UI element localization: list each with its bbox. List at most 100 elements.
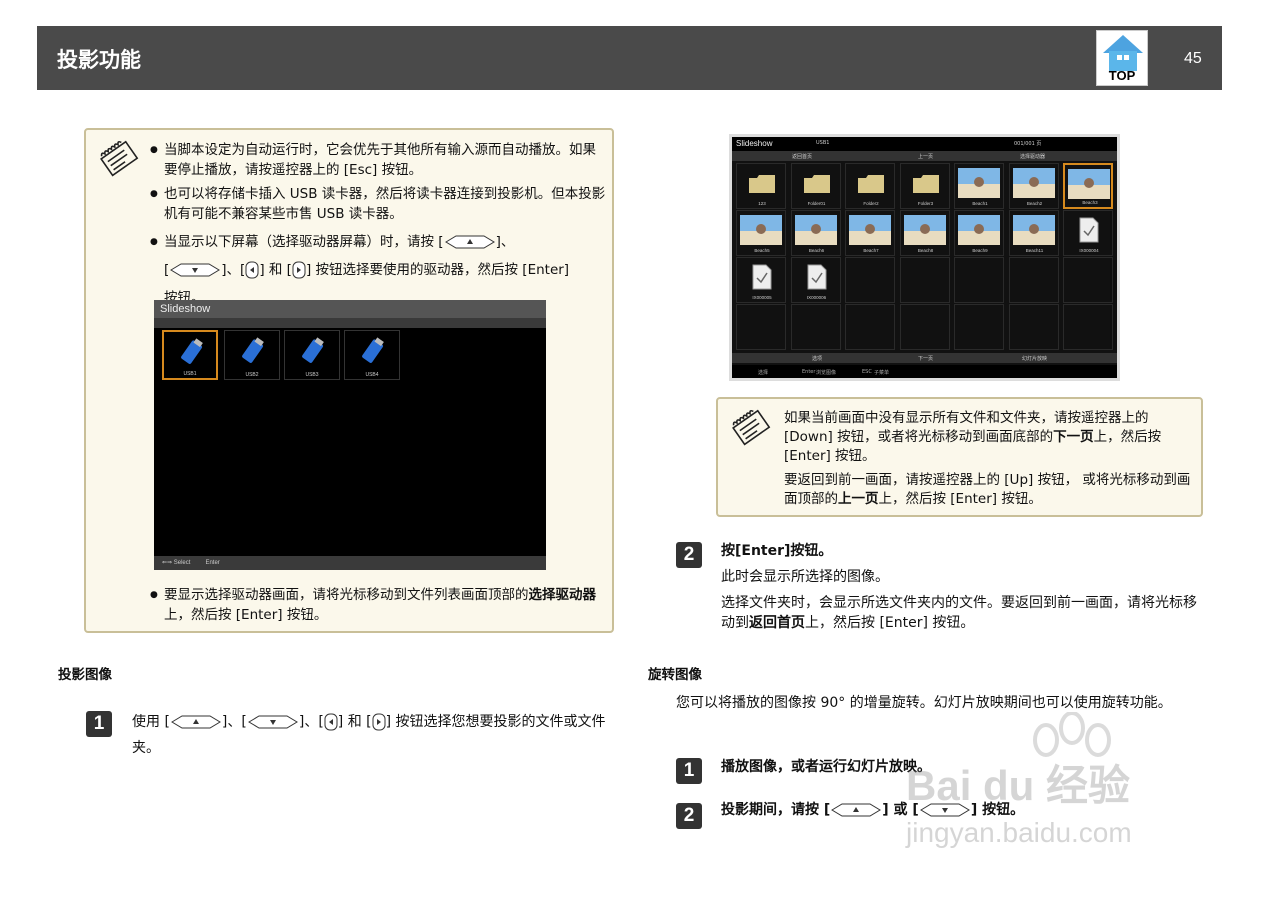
drive-label: USB3	[305, 372, 319, 378]
photo-thumbnail-icon	[794, 215, 837, 245]
tile-label: IX000004	[1079, 248, 1099, 253]
footer-enter: Enter	[205, 560, 220, 566]
text: 使用 [	[132, 714, 170, 730]
nav-top[interactable]: 返回首页	[792, 153, 812, 160]
tile-label: Folder01	[807, 201, 826, 206]
page-number: 45	[1184, 50, 1202, 67]
file-tile[interactable]: 123	[736, 163, 786, 209]
text: 选择驱动器	[528, 587, 597, 603]
note-item: 也可以将存储卡插入 USB 读卡器，然后将读卡器连接到投影机。但本投影机有可能不…	[150, 184, 606, 224]
file-tile[interactable]: Beach2	[1008, 163, 1059, 209]
text: ]、	[495, 234, 515, 250]
photo-thumbnail-icon	[1012, 168, 1055, 198]
right-key-icon	[292, 261, 306, 279]
drive-item[interactable]: USB2	[224, 330, 280, 380]
section-title: 旋转图像	[648, 667, 702, 683]
nav-select-drive[interactable]: 选择驱动器	[1020, 153, 1045, 160]
file-tile[interactable]: Folder2	[845, 163, 895, 209]
empty-tile	[845, 304, 895, 350]
top-nav: 返回首页 上一页 选择驱动器	[732, 151, 1117, 161]
text: 返回首页	[749, 615, 805, 631]
photo-thumbnail-icon	[1068, 169, 1110, 199]
foot-esc-key: ESC	[862, 369, 872, 375]
watermark-brand: Bai du 经验	[906, 762, 1131, 809]
drive-item[interactable]: USB1	[162, 330, 218, 380]
empty-tile	[954, 304, 1004, 350]
empty-tile	[1008, 304, 1059, 350]
tile-label: Beach8	[917, 248, 934, 253]
drive-label: USB2	[245, 372, 259, 378]
usb-drive-icon	[242, 337, 264, 363]
file-tile[interactable]: Beach11	[1008, 210, 1059, 256]
down-key-icon	[247, 715, 298, 729]
nav-option[interactable]: 选项	[812, 355, 822, 362]
note-item: 当脚本设定为自动运行时，它会优先于其他所有输入源而自动播放。如果要停止播放，请按…	[150, 140, 606, 180]
tile-label: IX000005	[752, 295, 772, 300]
nav-down[interactable]: 下一页	[918, 355, 933, 362]
screen-footer: 选择 Enter 浏览图像 ESC 子菜单	[732, 365, 1117, 378]
step-text: 播放图像，或者运行幻灯片放映。	[721, 759, 931, 775]
jpeg-file-icon	[807, 264, 826, 290]
jpeg-file-icon	[1079, 217, 1099, 243]
tile-label: 123	[758, 201, 766, 206]
file-tile[interactable]: Beach7	[845, 210, 895, 256]
drive-item[interactable]: USB3	[284, 330, 340, 380]
text: ] 和 [	[337, 714, 372, 730]
file-tile[interactable]: Folder01	[790, 163, 841, 209]
text: 下一页	[1053, 429, 1094, 445]
left-key-icon	[324, 713, 338, 731]
file-tile[interactable]: Beach9	[954, 210, 1004, 256]
empty-tile	[845, 257, 895, 303]
file-tile[interactable]: Beach1	[954, 163, 1004, 209]
file-tile[interactable]: Beach5	[736, 210, 786, 256]
tile-label: Beach9	[972, 248, 988, 253]
drive-label: USB4	[365, 372, 379, 378]
drive-item[interactable]: USB4	[344, 330, 400, 380]
file-tile[interactable]: IX000004	[1063, 210, 1113, 256]
step-title: 按[Enter]按钮。	[721, 543, 833, 559]
screen-title: Slideshow	[154, 300, 546, 318]
file-tile[interactable]: Beach3	[1063, 163, 1113, 209]
bottom-nav: 选项 下一页 幻灯片放映	[732, 353, 1117, 363]
step-number: 2	[676, 542, 702, 568]
drive-label: USB1	[183, 371, 197, 377]
empty-tile	[899, 257, 950, 303]
photo-thumbnail-icon	[958, 215, 1000, 245]
up-key-icon	[170, 715, 221, 729]
file-tile[interactable]: Beach8	[899, 210, 950, 256]
empty-tile	[790, 304, 841, 350]
text: ] 和 [	[259, 262, 292, 278]
text: ] 按钮选择要使用的驱动器，然后按 [Enter]	[305, 262, 570, 278]
note-paragraph: 如果当前画面中没有显示所有文件和文件夹，请按遥控器上的 [Down] 按钮，或者…	[784, 409, 1196, 466]
photo-thumbnail-icon	[849, 215, 891, 245]
top-button[interactable]: TOP	[1096, 30, 1148, 86]
usb-drive-icon	[181, 338, 203, 364]
step-number: 1	[676, 758, 702, 784]
usb-drive-icon	[302, 337, 324, 363]
text: ]、[	[298, 714, 324, 730]
note-paragraph: 要返回到前一画面，请按遥控器上的 [Up] 按钮， 或将光标移动到画面顶部的上一…	[784, 471, 1196, 509]
house-icon	[1103, 35, 1143, 71]
foot-enter: 浏览图像	[816, 370, 837, 376]
empty-tile	[954, 257, 1004, 303]
empty-tile	[1063, 257, 1113, 303]
page-header: 投影功能 TOP 45	[37, 26, 1222, 90]
file-tile[interactable]: IX000006	[790, 257, 841, 303]
file-grid: 123 Folder01 Folder2 Folder3 Beach1 Beach2 Bea…	[732, 163, 1117, 350]
tile-label: Beach2	[1026, 201, 1043, 206]
folder-icon	[803, 175, 830, 193]
empty-tile	[899, 304, 950, 350]
tile-label: Beach6	[808, 248, 825, 253]
foot-esc: 子菜单	[874, 370, 890, 376]
nav-up[interactable]: 上一页	[918, 153, 933, 160]
baidu-watermark: Bai du 经验 jingyan.baidu.com	[906, 712, 1211, 862]
file-tile[interactable]: IX000005	[736, 257, 786, 303]
file-tile[interactable]: Folder3	[899, 163, 950, 209]
file-tile[interactable]: Beach6	[790, 210, 841, 256]
footer-select: Select	[173, 560, 191, 566]
nav-slideshow[interactable]: 幻灯片放映	[1022, 355, 1047, 362]
step-desc: 选择文件夹时，会显示所选文件夹内的文件。要返回到前一画面，请将光标移动到返回首页…	[721, 593, 1201, 633]
jpeg-file-icon	[752, 264, 772, 290]
folder-icon	[749, 175, 775, 193]
folder-icon	[912, 175, 939, 193]
